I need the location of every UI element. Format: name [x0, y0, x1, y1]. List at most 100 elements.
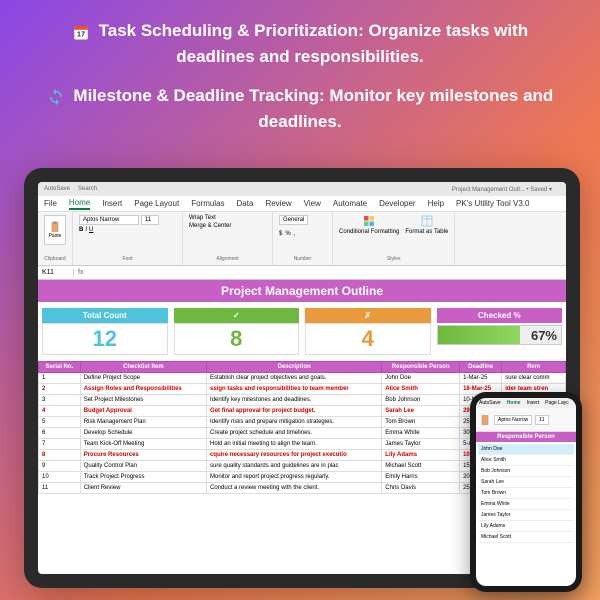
cell[interactable]: 6: [39, 428, 81, 439]
cell[interactable]: Track Project Progress: [80, 472, 206, 483]
tab-insert[interactable]: Insert: [102, 199, 122, 208]
list-item[interactable]: Michael Scott: [478, 532, 574, 543]
cell[interactable]: Create project schedule and timelines.: [207, 428, 382, 439]
cell[interactable]: Get final approval for project budget.: [207, 406, 382, 417]
font-name-select[interactable]: Aptos Narrow: [79, 215, 139, 225]
column-header[interactable]: Description: [207, 362, 382, 373]
paste-button[interactable]: Paste: [44, 215, 66, 245]
format-as-table-button[interactable]: Format as Table: [405, 215, 448, 235]
search-box[interactable]: Search: [78, 186, 97, 192]
tab-pksutilitytoolv[interactable]: PK's Utility Tool V3.0: [456, 199, 529, 208]
column-header[interactable]: Rem: [502, 362, 566, 373]
phone-tab[interactable]: Page Layc: [545, 400, 569, 406]
autosave-toggle[interactable]: AutoSave: [44, 186, 70, 192]
comma-button[interactable]: ,: [294, 231, 296, 237]
cell[interactable]: Identify risks and prepare mitigation st…: [207, 417, 382, 428]
currency-button[interactable]: $: [279, 231, 282, 237]
table-row[interactable]: 1Define Project ScopeEstablish clear pro…: [39, 373, 566, 384]
tab-pagelayout[interactable]: Page Layout: [134, 199, 179, 208]
tab-developer[interactable]: Developer: [379, 199, 415, 208]
list-item[interactable]: Lily Adams: [478, 521, 574, 532]
list-item[interactable]: Sarah Lee: [478, 477, 574, 488]
cell[interactable]: Set Project Milestones: [80, 395, 206, 406]
cell[interactable]: Assign Roles and Responsibilities: [80, 384, 206, 395]
cell[interactable]: 1-Mar-25: [460, 373, 502, 384]
cell[interactable]: 3: [39, 395, 81, 406]
column-header[interactable]: Deadline: [460, 362, 502, 373]
cell[interactable]: Emily Harris: [382, 472, 460, 483]
cell[interactable]: Sarah Lee: [382, 406, 460, 417]
merge-center-button[interactable]: Merge & Center: [189, 223, 231, 229]
list-item[interactable]: John Doe: [478, 444, 574, 455]
column-header[interactable]: Serial No.: [39, 362, 81, 373]
italic-button[interactable]: I: [85, 227, 87, 233]
phone-tab[interactable]: Insert: [527, 400, 540, 406]
cell[interactable]: ssign tasks and responsibilities to team…: [207, 384, 382, 395]
cell[interactable]: Emma White: [382, 428, 460, 439]
cell[interactable]: Team Kick-Off Meeting: [80, 439, 206, 450]
cell[interactable]: 7: [39, 439, 81, 450]
list-item[interactable]: Alice Smith: [478, 455, 574, 466]
cell[interactable]: John Doe: [382, 373, 460, 384]
cell[interactable]: Chris Davis: [382, 483, 460, 494]
cell[interactable]: Identify key milestones and deadlines.: [207, 395, 382, 406]
tab-automate[interactable]: Automate: [333, 199, 367, 208]
tab-view[interactable]: View: [304, 199, 321, 208]
cell[interactable]: 9: [39, 461, 81, 472]
phone-people-list[interactable]: John DoeAlice SmithBob JohnsonSarah LeeT…: [476, 442, 576, 545]
cell[interactable]: sure clear comm: [502, 373, 566, 384]
cell[interactable]: Hold an initial meeting to align the tea…: [207, 439, 382, 450]
cell[interactable]: Michael Scott: [382, 461, 460, 472]
tab-data[interactable]: Data: [237, 199, 254, 208]
phone-tab[interactable]: AutoSave: [479, 400, 501, 406]
font-size-select[interactable]: 11: [141, 215, 159, 225]
document-title[interactable]: Project Management Outl... • Saved ▾: [452, 186, 552, 193]
cell[interactable]: 4: [39, 406, 81, 417]
list-item[interactable]: Emma White: [478, 499, 574, 510]
cell[interactable]: Develop Schedule: [80, 428, 206, 439]
refresh-icon: [47, 88, 65, 106]
cell[interactable]: Monitor and report project progress regu…: [207, 472, 382, 483]
cell[interactable]: Client Review: [80, 483, 206, 494]
cell[interactable]: Bob Johnson: [382, 395, 460, 406]
cell[interactable]: Budget Approval: [80, 406, 206, 417]
cell[interactable]: Tom Brown: [382, 417, 460, 428]
cell[interactable]: 10: [39, 472, 81, 483]
cell[interactable]: 5: [39, 417, 81, 428]
cell[interactable]: 1: [39, 373, 81, 384]
cell[interactable]: cquire necessary resources for project e…: [207, 450, 382, 461]
tab-review[interactable]: Review: [265, 199, 291, 208]
cell[interactable]: Conduct a review meeting with the client…: [207, 483, 382, 494]
list-item[interactable]: Tom Brown: [478, 488, 574, 499]
bold-button[interactable]: B: [79, 227, 83, 233]
cell[interactable]: Procure Resources: [80, 450, 206, 461]
tab-help[interactable]: Help: [428, 199, 444, 208]
phone-tab[interactable]: Home: [507, 400, 521, 406]
cell[interactable]: 8: [39, 450, 81, 461]
conditional-formatting-button[interactable]: Conditional Formatting: [339, 215, 399, 235]
cell[interactable]: 2: [39, 384, 81, 395]
tab-file[interactable]: File: [44, 199, 57, 208]
column-header[interactable]: Checklist Item: [80, 362, 206, 373]
cell[interactable]: Quality Control Plan: [80, 461, 206, 472]
number-format-select[interactable]: General: [279, 215, 308, 225]
cell[interactable]: sure quality standards and guidelines ar…: [207, 461, 382, 472]
underline-button[interactable]: U: [89, 227, 93, 233]
tab-formulas[interactable]: Formulas: [191, 199, 224, 208]
cell[interactable]: 11: [39, 483, 81, 494]
cell[interactable]: James Taylor: [382, 439, 460, 450]
cell[interactable]: Risk Management Plan: [80, 417, 206, 428]
column-header[interactable]: Responsible Person: [382, 362, 460, 373]
list-item[interactable]: Bob Johnson: [478, 466, 574, 477]
cell[interactable]: Define Project Scope: [80, 373, 206, 384]
tab-home[interactable]: Home: [69, 198, 90, 210]
wrap-text-button[interactable]: Wrap Text: [189, 215, 216, 221]
phone-font-select[interactable]: Aptos Narrow: [494, 415, 532, 425]
phone-size-select[interactable]: 11: [535, 415, 548, 425]
percent-button[interactable]: %: [285, 231, 290, 237]
cell[interactable]: Establish clear project objectives and g…: [207, 373, 382, 384]
name-box[interactable]: K11: [38, 269, 74, 276]
cell[interactable]: Lily Adams: [382, 450, 460, 461]
cell[interactable]: Alice Smith: [382, 384, 460, 395]
list-item[interactable]: James Taylor: [478, 510, 574, 521]
